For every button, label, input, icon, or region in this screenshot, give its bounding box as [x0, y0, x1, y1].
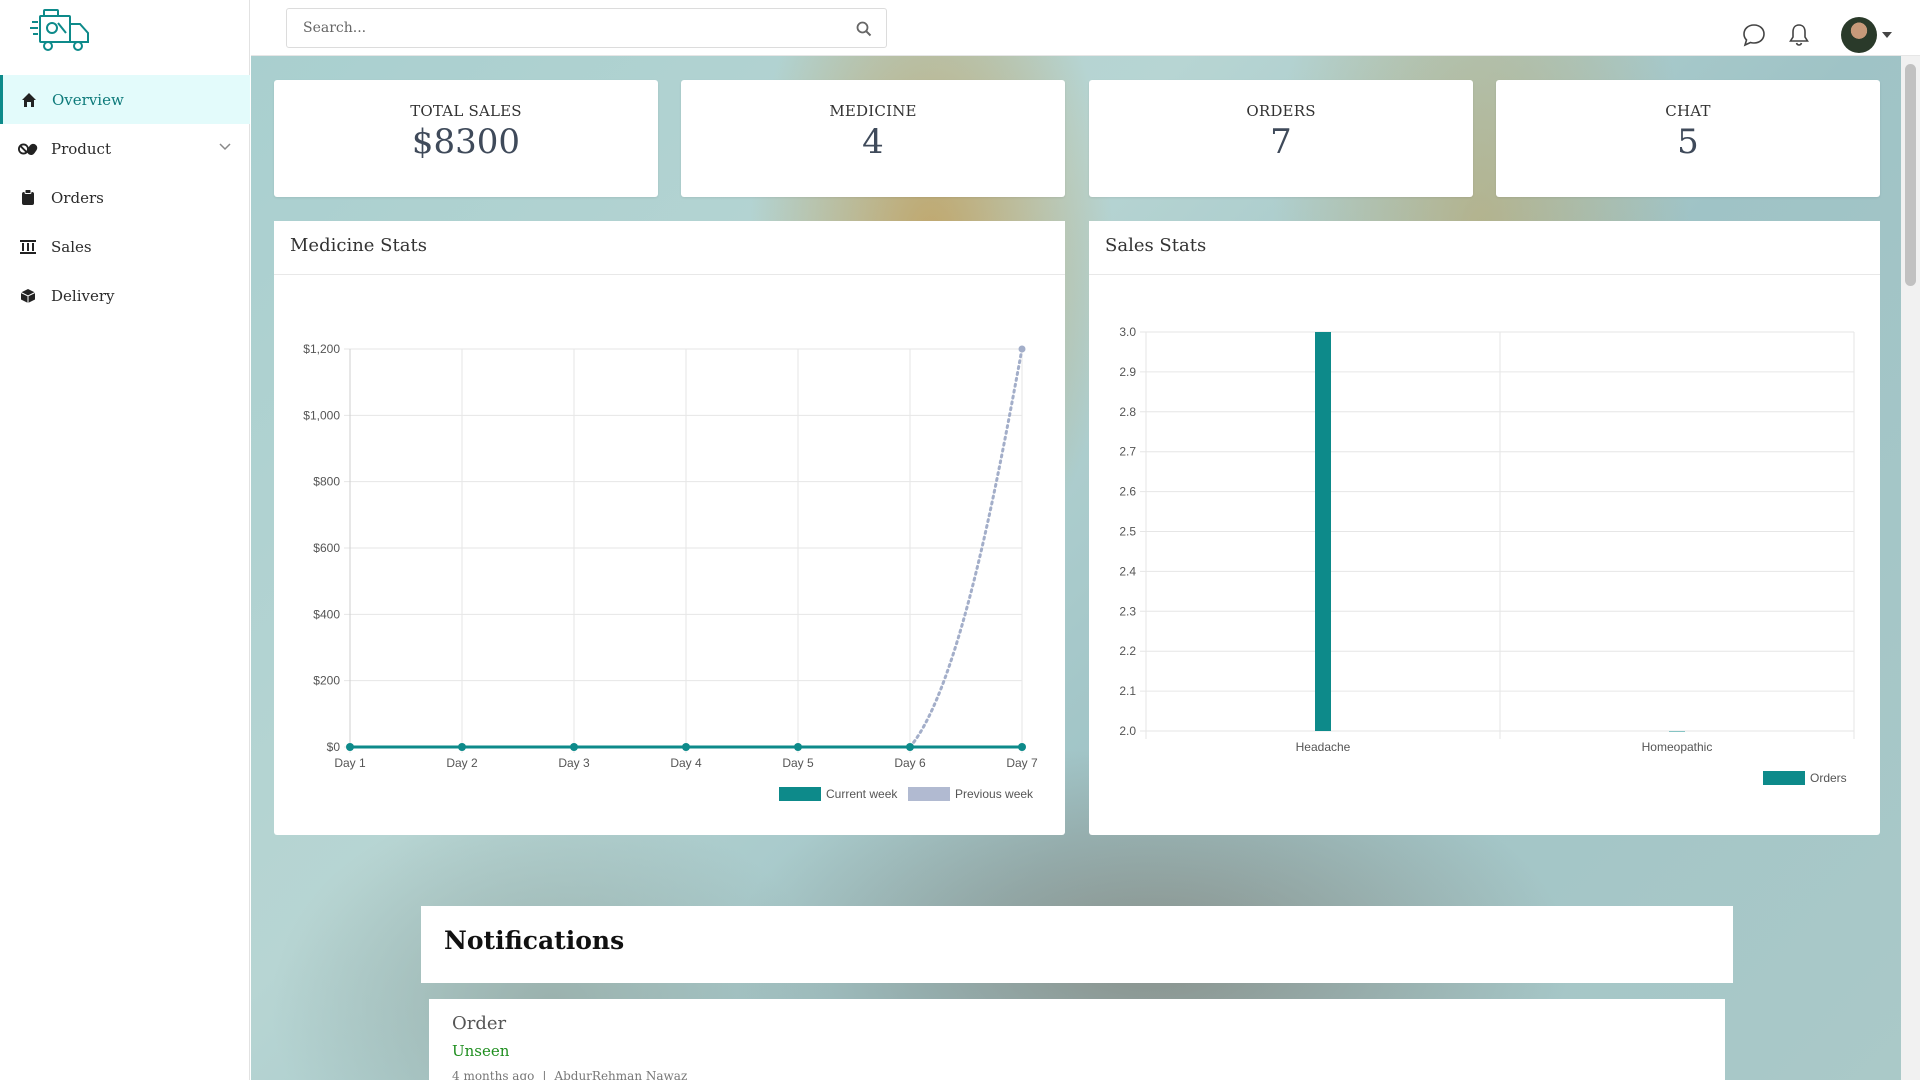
stat-value: 4 [862, 122, 884, 162]
legend-swatch-previous-week [908, 787, 950, 801]
stat-value: 7 [1270, 122, 1292, 162]
x-tick-label: Day 4 [670, 756, 702, 770]
legend-label-previous-week: Previous week [955, 787, 1034, 801]
x-tick-label: Day 5 [782, 756, 814, 770]
stat-label: MEDICINE [829, 102, 917, 120]
y-tick-label: 2.8 [1119, 405, 1136, 419]
data-point-current-week [346, 743, 354, 751]
sidebar-item-orders[interactable]: Orders [0, 173, 250, 222]
sidebar-item-delivery[interactable]: Delivery [0, 271, 250, 320]
legend-label-orders: Orders [1810, 771, 1847, 785]
avatar[interactable] [1841, 17, 1877, 53]
bar-homeopathic [1669, 731, 1685, 732]
clipboard-icon [18, 189, 38, 207]
x-tick-label: Day 3 [558, 756, 590, 770]
y-tick-label: $0 [327, 740, 341, 754]
search-icon[interactable] [856, 21, 872, 37]
stat-label: ORDERS [1246, 102, 1316, 120]
scrollbar-thumb[interactable] [1905, 64, 1916, 286]
sidebar: Overview Product Orders Sales Delivery [0, 0, 250, 1080]
box-icon [18, 287, 38, 305]
y-tick-label: $400 [313, 607, 340, 621]
y-tick-label: 2.1 [1119, 684, 1136, 698]
sidebar-nav: Overview Product Orders Sales Delivery [0, 75, 250, 320]
caret-down-icon[interactable] [1882, 32, 1892, 38]
sales-stats-panel: 2.0 2.1 2.2 2.3 2.4 2.5 2.6 2.7 2.8 2.9 3.0 Headach… [1089, 221, 1880, 835]
sidebar-item-label: Sales [51, 237, 92, 256]
x-tick-label: Homeopathic [1642, 740, 1713, 754]
chevron-down-icon[interactable] [218, 140, 232, 154]
notifications-title: Notifications [444, 926, 625, 955]
data-point-current-week [906, 743, 914, 751]
sidebar-item-label: Overview [52, 90, 124, 109]
notification-status: Unseen [452, 1042, 510, 1060]
x-tick-label: Day 1 [334, 756, 366, 770]
sidebar-item-label: Orders [51, 188, 104, 207]
panel-title: Sales Stats [1089, 221, 1880, 275]
notification-time: 4 months ago [452, 1069, 535, 1080]
sales-stats-chart: 2.0 2.1 2.2 2.3 2.4 2.5 2.6 2.7 2.8 2.9 3.0 Headach… [1119, 325, 1855, 785]
data-point-current-week [458, 743, 466, 751]
x-tick-label: Day 2 [446, 756, 478, 770]
y-tick-label: 2.4 [1119, 564, 1136, 578]
x-tick-label: Day 6 [894, 756, 926, 770]
stat-value: 5 [1677, 122, 1699, 162]
stat-card-medicine: MEDICINE 4 [681, 80, 1065, 197]
stat-value: $8300 [411, 122, 521, 162]
x-tick-label: Day 7 [1006, 756, 1038, 770]
sidebar-item-product[interactable]: Product [0, 124, 250, 173]
data-point-current-week [1018, 743, 1026, 751]
legend-swatch-current-week [779, 787, 821, 801]
notifications-header: Notifications [421, 906, 1733, 983]
top-header [251, 0, 1920, 56]
chat-icon[interactable] [1741, 22, 1767, 48]
bell-icon[interactable] [1786, 22, 1812, 48]
y-tick-label: $1,200 [303, 342, 340, 356]
notification-item[interactable]: Order Unseen 4 months ago | AbdurRehman Na… [429, 999, 1725, 1080]
logo-icon[interactable] [30, 8, 92, 54]
y-tick-label: 2.5 [1119, 525, 1136, 539]
y-tick-label: 2.2 [1119, 644, 1136, 658]
y-tick-label: $200 [313, 674, 340, 688]
y-tick-label: $600 [313, 541, 340, 555]
stat-label: TOTAL SALES [410, 102, 522, 120]
legend-swatch-orders [1763, 771, 1805, 785]
sidebar-item-sales[interactable]: Sales [0, 222, 250, 271]
y-tick-label: $800 [313, 475, 340, 489]
x-tick-label: Headache [1296, 740, 1351, 754]
notification-type: Order [452, 1013, 507, 1034]
home-icon [19, 91, 39, 109]
medicine-stats-chart: $0 $200 $400 $600 $800 $1,000 $1,200 Day 1 Day 2… [303, 342, 1038, 801]
y-tick-label: $1,000 [303, 408, 340, 422]
sidebar-item-label: Product [51, 139, 111, 158]
page-scrollbar[interactable] [1901, 56, 1920, 1080]
data-point-current-week [570, 743, 578, 751]
y-tick-label: 2.9 [1119, 365, 1136, 379]
search-input[interactable] [287, 9, 827, 47]
legend-label-current-week: Current week [826, 787, 898, 801]
sidebar-item-overview[interactable]: Overview [0, 75, 250, 124]
y-tick-label: 2.3 [1119, 604, 1136, 618]
bank-icon [18, 238, 38, 256]
y-tick-label: 2.6 [1119, 485, 1136, 499]
medicine-stats-panel: $0 $200 $400 $600 $800 $1,000 $1,200 Day 1 Day 2… [274, 221, 1065, 835]
y-tick-label: 2.0 [1119, 724, 1136, 738]
data-point-current-week [682, 743, 690, 751]
data-point-previous-week [1018, 345, 1026, 353]
meta-separator: | [542, 1069, 547, 1080]
bar-headache [1315, 332, 1331, 731]
pills-icon [18, 140, 38, 158]
stat-card-orders: ORDERS 7 [1089, 80, 1473, 197]
stat-card-total-sales: TOTAL SALES $8300 [274, 80, 658, 197]
sidebar-item-label: Delivery [51, 286, 115, 305]
y-tick-label: 2.7 [1119, 445, 1136, 459]
search-box [286, 8, 887, 48]
y-tick-label: 3.0 [1119, 325, 1136, 339]
stat-card-chat: CHAT 5 [1496, 80, 1880, 197]
data-point-current-week [794, 743, 802, 751]
notification-author[interactable]: AbdurRehman Nawaz [554, 1069, 687, 1080]
stat-label: CHAT [1665, 102, 1711, 120]
notification-meta: 4 months ago | AbdurRehman Nawaz [452, 1069, 687, 1080]
panel-title: Medicine Stats [274, 221, 1065, 275]
